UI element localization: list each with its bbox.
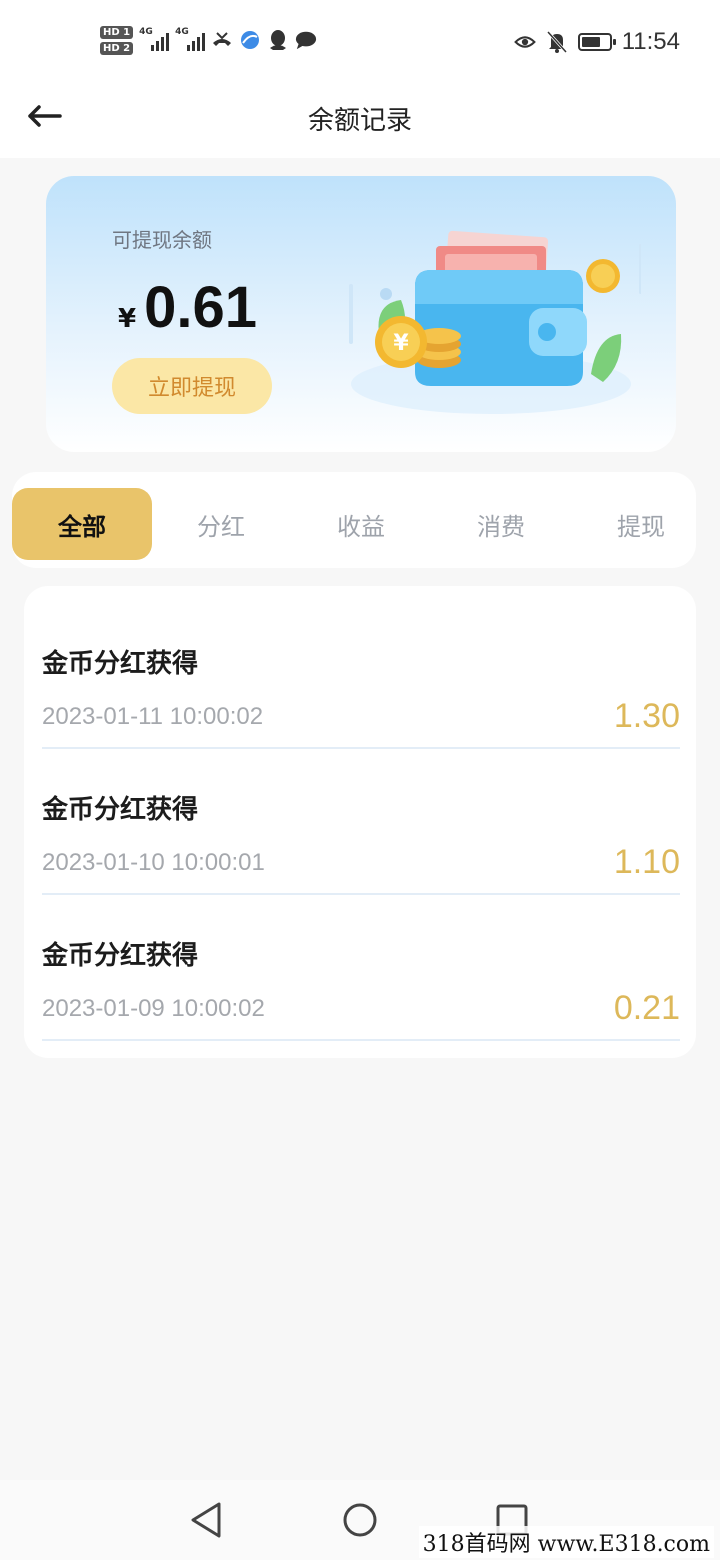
eye-icon bbox=[513, 31, 536, 53]
hd2-badge: HD 2 bbox=[100, 41, 134, 55]
record-title: 金币分红获得 bbox=[42, 941, 199, 971]
watermark-text: 318首码网 www.E318.com bbox=[418, 1526, 714, 1558]
currency-symbol: ¥ bbox=[118, 304, 137, 334]
qq-icon bbox=[267, 29, 289, 51]
status-bar: HD 1 HD 2 4G 4G 11:54 bbox=[0, 0, 720, 80]
chat-bubble-icon bbox=[295, 29, 317, 51]
record-amount: 0.21 bbox=[613, 989, 680, 1027]
record-title: 金币分红获得 bbox=[42, 649, 199, 679]
list-item[interactable]: 金币分红获得 2023-01-09 10:00:02 0.21 bbox=[42, 895, 680, 1041]
hd-indicators: HD 1 HD 2 bbox=[100, 25, 134, 55]
tab-dividend[interactable]: 分红 bbox=[151, 488, 291, 560]
record-title: 金币分红获得 bbox=[42, 795, 199, 825]
status-time: 11:54 bbox=[621, 28, 680, 55]
network-type-2: 4G bbox=[175, 27, 189, 37]
mute-bell-icon bbox=[546, 30, 568, 54]
record-amount: 1.30 bbox=[613, 697, 680, 735]
svg-text:¥: ¥ bbox=[393, 331, 409, 356]
filter-tabs: 全部 分红 收益 消费 提现 bbox=[12, 472, 696, 568]
records-list: 金币分红获得 2023-01-11 10:00:02 1.30 金币分红获得 2… bbox=[24, 586, 696, 1058]
record-time: 2023-01-11 10:00:02 bbox=[42, 703, 264, 730]
tab-withdraw[interactable]: 提现 bbox=[571, 488, 711, 560]
tab-consumption[interactable]: 消费 bbox=[431, 488, 571, 560]
back-triangle-icon bbox=[191, 1502, 221, 1538]
network-type-1: 4G bbox=[139, 27, 153, 37]
tab-all[interactable]: 全部 bbox=[12, 488, 152, 560]
home-circle-icon bbox=[343, 1503, 377, 1537]
signal-icon: 4G bbox=[139, 27, 170, 51]
withdraw-button[interactable]: 立即提现 bbox=[112, 358, 272, 414]
signal-icon-2: 4G bbox=[175, 27, 206, 51]
nav-back-button[interactable] bbox=[186, 1500, 226, 1540]
nav-home-button[interactable] bbox=[340, 1500, 380, 1540]
page-title: 余额记录 bbox=[307, 106, 412, 136]
tab-income[interactable]: 收益 bbox=[291, 488, 431, 560]
balance-amount: ¥ 0.61 bbox=[118, 274, 257, 341]
battery-icon bbox=[577, 33, 616, 51]
record-time: 2023-01-09 10:00:02 bbox=[42, 995, 265, 1022]
balance-card: 可提现余额 ¥ 0.61 立即提现 ¥ bbox=[46, 176, 676, 452]
missed-call-icon bbox=[211, 29, 233, 51]
wallet-icon: ¥ bbox=[349, 230, 641, 414]
list-item[interactable]: 金币分红获得 2023-01-10 10:00:01 1.10 bbox=[42, 749, 680, 895]
record-time: 2023-01-10 10:00:01 bbox=[42, 849, 265, 876]
hd1-badge: HD 1 bbox=[100, 25, 134, 39]
status-left-icons: HD 1 HD 2 4G 4G bbox=[100, 20, 317, 60]
list-item[interactable]: 金币分红获得 2023-01-11 10:00:02 1.30 bbox=[42, 603, 680, 749]
status-right-icons: 11:54 bbox=[513, 24, 680, 60]
record-amount: 1.10 bbox=[613, 843, 680, 881]
header-bar: 余额记录 bbox=[0, 80, 720, 158]
balance-value: 0.61 bbox=[144, 275, 257, 340]
balance-label: 可提现余额 bbox=[112, 228, 212, 252]
browser-icon bbox=[239, 29, 261, 51]
